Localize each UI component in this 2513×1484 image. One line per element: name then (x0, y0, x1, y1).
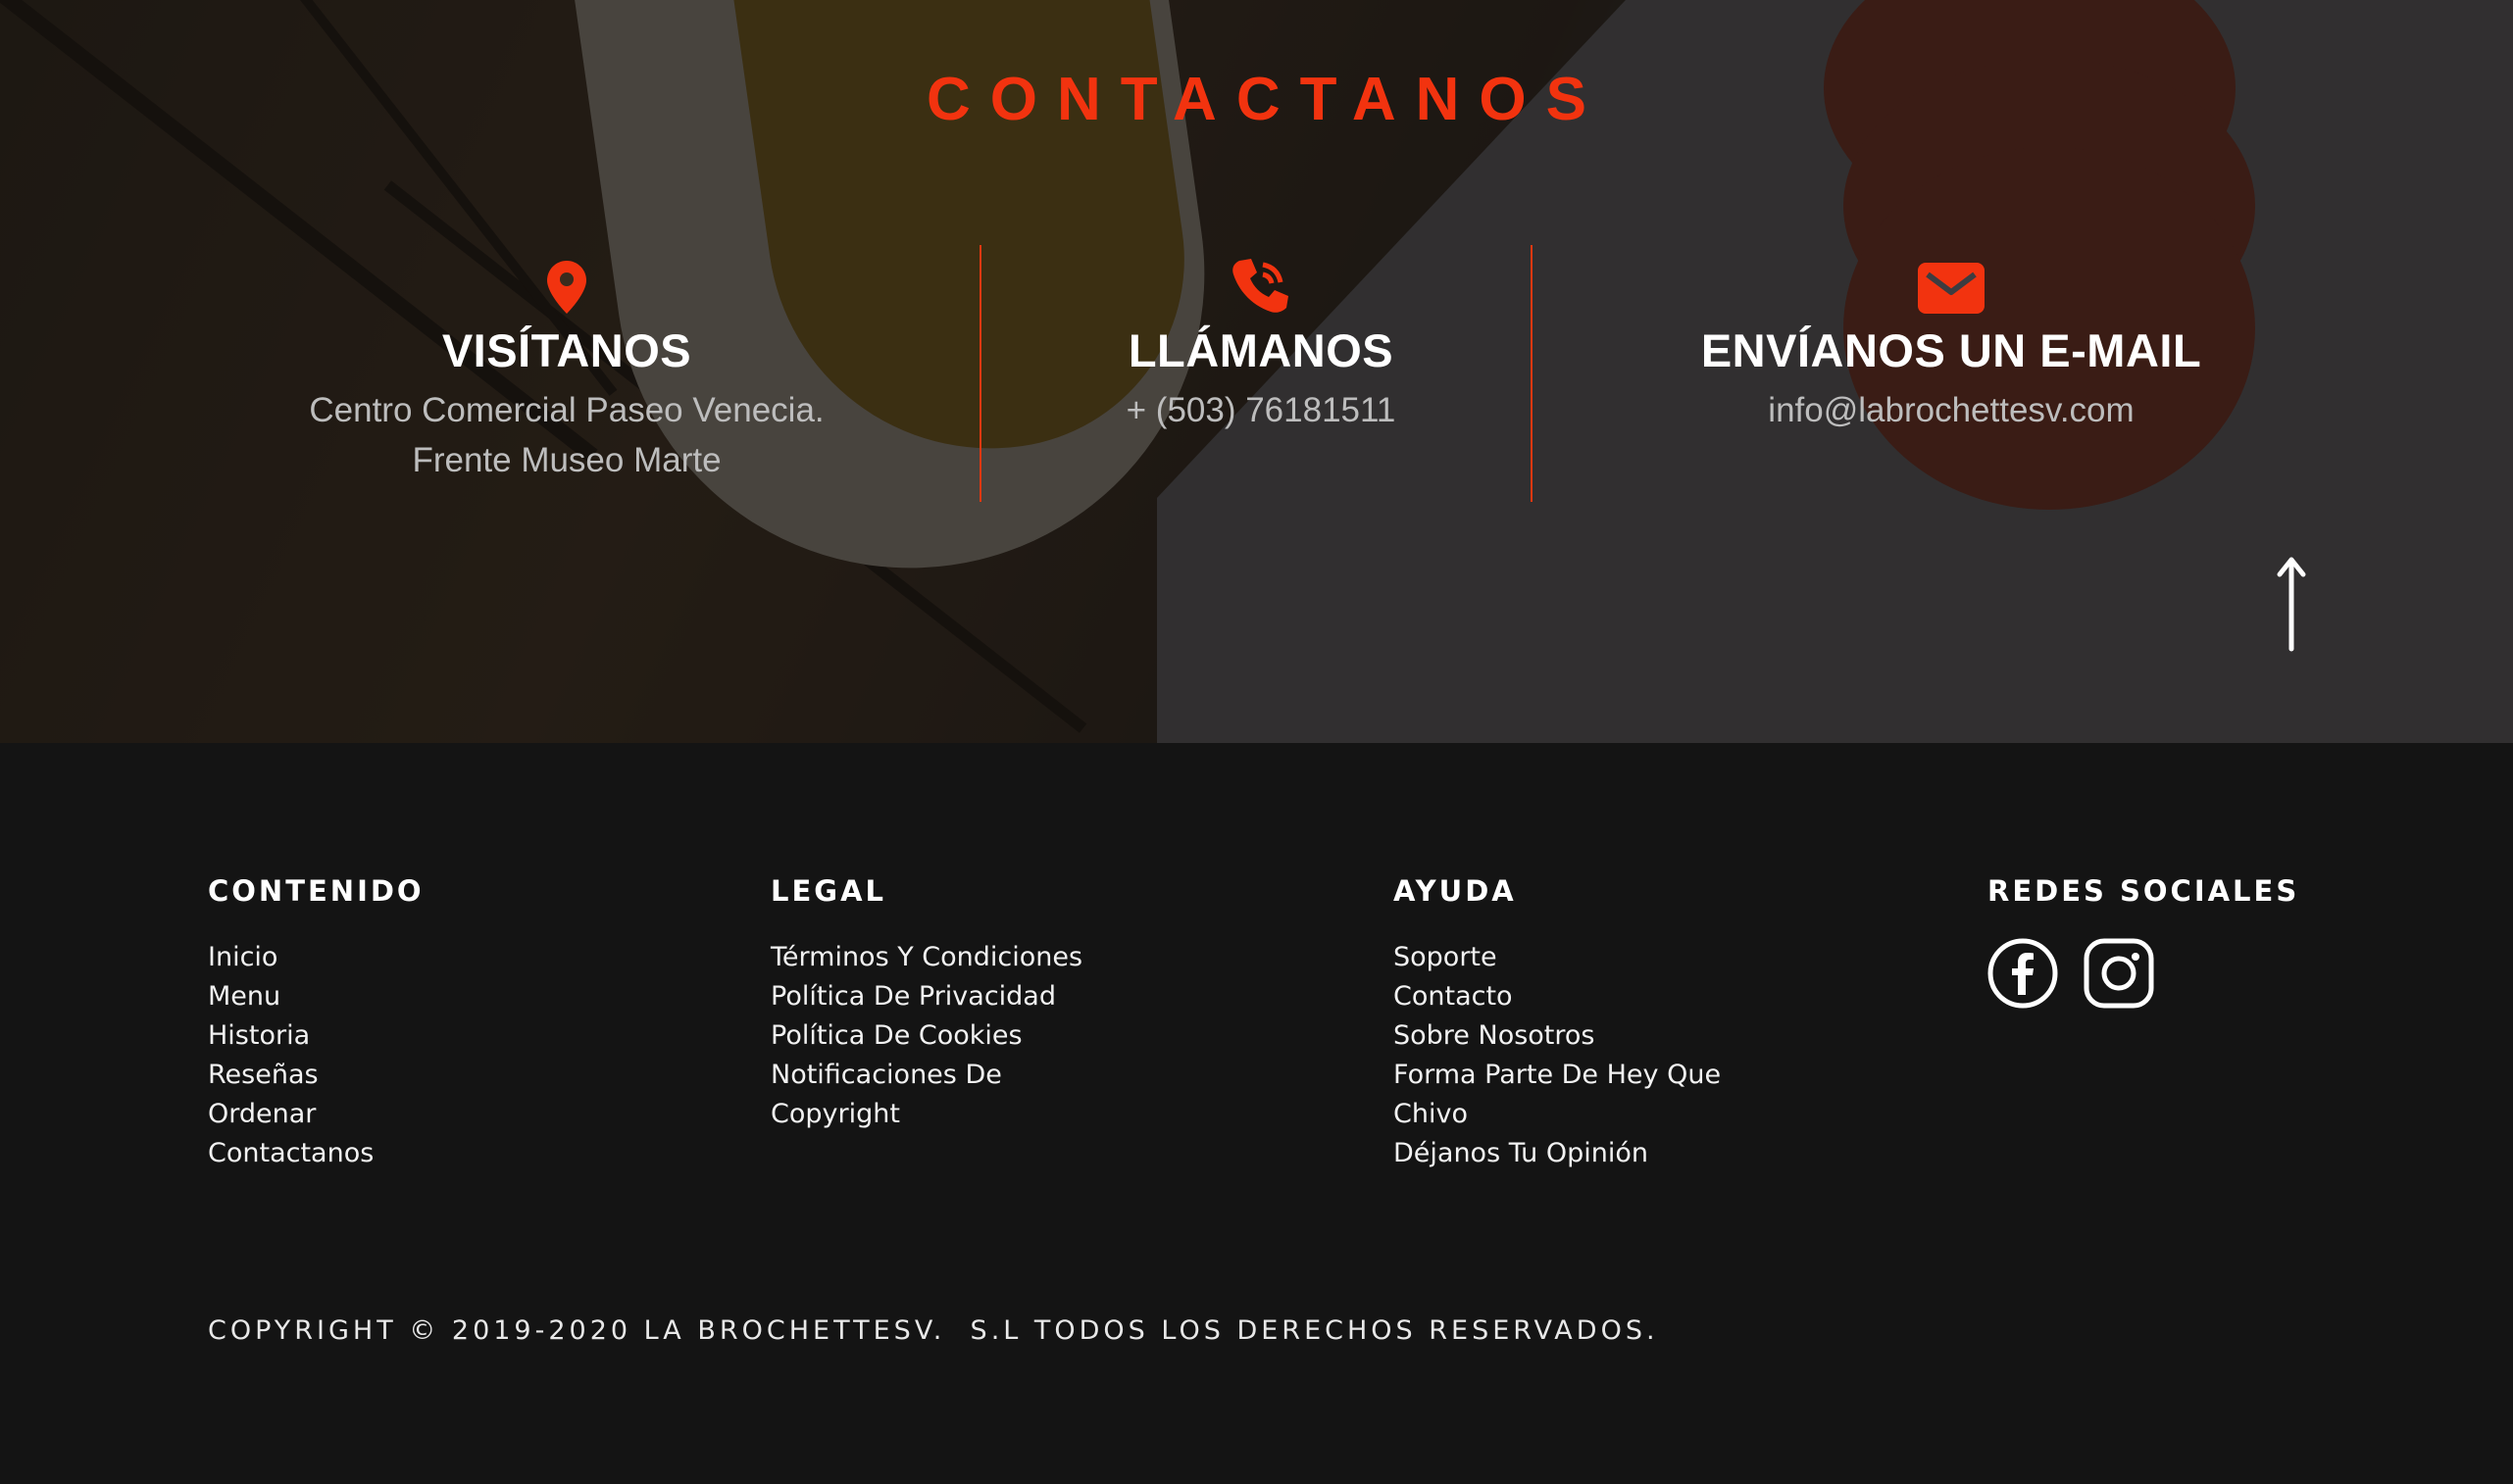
email-column: ENVÍANOS UN E-MAIL info@labrochettesv.co… (1598, 257, 2304, 435)
footer-link-opinion[interactable]: Déjanos Tu Opinión (1393, 1134, 1721, 1173)
footer-heading-ayuda: AYUDA (1393, 874, 1517, 908)
phone-number[interactable]: + (503) 76181511 (908, 385, 1614, 435)
footer-column-redes: REDES SOCIALES (1987, 874, 2299, 1009)
address-line-2: Frente Museo Marte (412, 441, 722, 479)
call-heading: LLÁMANOS (1128, 324, 1394, 376)
copyright-text: COPYRIGHT © 2019-2020 LA BROCHETTESV. S.… (208, 1315, 1659, 1346)
footer-heading-redes: REDES SOCIALES (1987, 874, 2300, 908)
arrow-up-icon[interactable] (2272, 555, 2311, 653)
footer: CONTENIDO Inicio Menu Historia Reseñas O… (0, 743, 2513, 1484)
email-address[interactable]: info@labrochettesv.com (1598, 385, 2304, 435)
footer-link-ordenar[interactable]: Ordenar (208, 1095, 425, 1134)
facebook-icon[interactable] (1987, 938, 2058, 1009)
location-pin-icon (214, 257, 920, 314)
footer-column-ayuda: AYUDA Soporte Contacto Sobre Nosotros Fo… (1393, 874, 1721, 1173)
footer-link-soporte[interactable]: Soporte (1393, 938, 1721, 977)
visit-address: Centro Comercial Paseo Venecia. Frente M… (214, 385, 920, 485)
instagram-icon[interactable] (2084, 938, 2154, 1009)
footer-links-ayuda: Soporte Contacto Sobre Nosotros Forma Pa… (1393, 938, 1721, 1173)
footer-link-contacto[interactable]: Contacto (1393, 977, 1721, 1016)
page: CONTACTANOS VISÍTANOS Centro Comercial P… (0, 0, 2513, 1484)
visit-heading: VISÍTANOS (441, 324, 692, 376)
footer-link-inicio[interactable]: Inicio (208, 938, 425, 977)
footer-links-legal: Términos Y Condiciones Política De Priva… (771, 938, 1082, 1134)
footer-link-resenas[interactable]: Reseñas (208, 1056, 425, 1095)
footer-links-contenido: Inicio Menu Historia Reseñas Ordenar Con… (208, 938, 425, 1173)
footer-link-menu[interactable]: Menu (208, 977, 425, 1016)
contact-section: CONTACTANOS VISÍTANOS Centro Comercial P… (0, 0, 2513, 743)
footer-link-notificaciones[interactable]: Notificaciones De (771, 1056, 1082, 1095)
footer-link-forma-parte[interactable]: Forma Parte De Hey Que (1393, 1056, 1721, 1095)
social-icons (1987, 938, 2299, 1009)
footer-heading-legal: LEGAL (771, 874, 887, 908)
footer-link-cookies[interactable]: Política De Cookies (771, 1016, 1082, 1056)
address-line-1: Centro Comercial Paseo Venecia. (309, 391, 825, 429)
footer-link-copyright[interactable]: Copyright (771, 1095, 1082, 1134)
footer-column-legal: LEGAL Términos Y Condiciones Política De… (771, 874, 1082, 1134)
envelope-icon (1598, 257, 2304, 314)
footer-link-privacidad[interactable]: Política De Privacidad (771, 977, 1082, 1016)
footer-link-historia[interactable]: Historia (208, 1016, 425, 1056)
footer-link-terminos[interactable]: Términos Y Condiciones (771, 938, 1082, 977)
footer-link-sobre-nosotros[interactable]: Sobre Nosotros (1393, 1016, 1721, 1056)
visit-column: VISÍTANOS Centro Comercial Paseo Venecia… (214, 257, 920, 485)
footer-link-contactanos[interactable]: Contactanos (208, 1134, 425, 1173)
footer-link-chivo[interactable]: Chivo (1393, 1095, 1721, 1134)
phone-icon (908, 257, 1614, 314)
footer-column-contenido: CONTENIDO Inicio Menu Historia Reseñas O… (208, 874, 425, 1173)
email-heading: ENVÍANOS UN E-MAIL (1700, 324, 2202, 376)
column-divider (1531, 245, 1533, 502)
call-column: LLÁMANOS + (503) 76181511 (908, 257, 1614, 435)
footer-heading-contenido: CONTENIDO (208, 874, 425, 908)
contact-title: CONTACTANOS (927, 66, 1606, 133)
